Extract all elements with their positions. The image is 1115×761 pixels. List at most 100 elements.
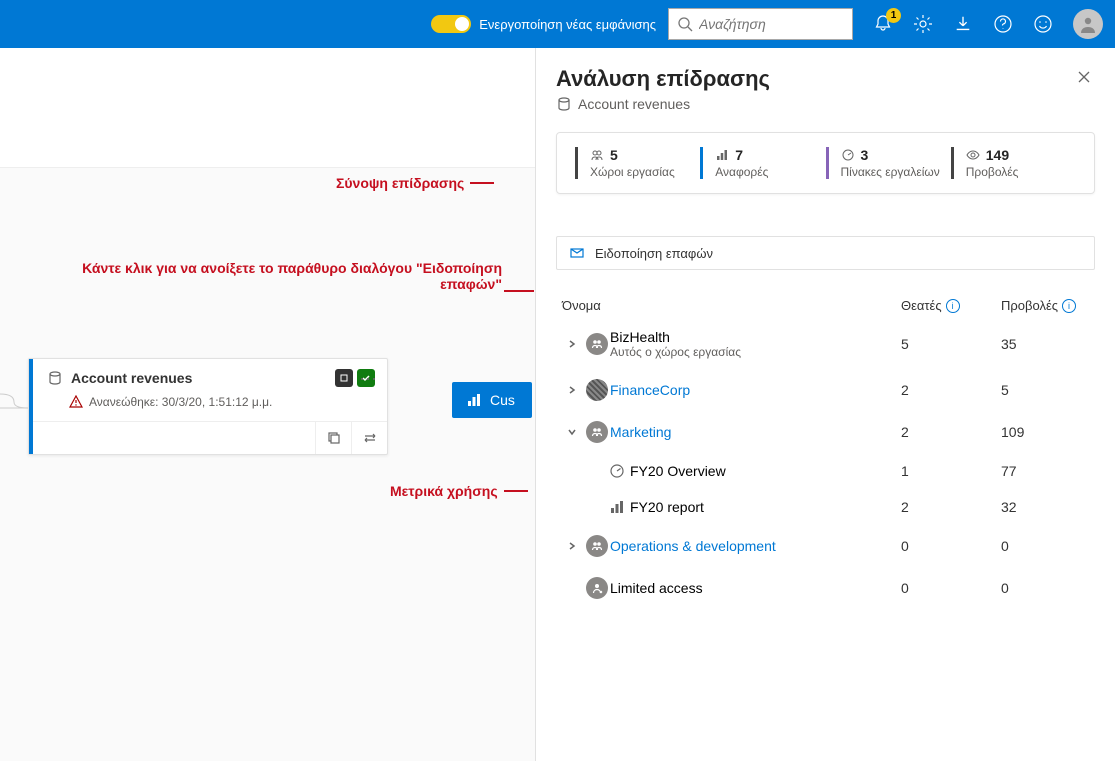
- summary-workspaces: 5 Χώροι εργασίας: [575, 147, 700, 179]
- impact-summary: 5 Χώροι εργασίας 7 Αναφορές 3 Πίνακες ερ…: [556, 132, 1095, 194]
- mail-icon: [569, 245, 585, 261]
- notification-badge: 1: [886, 8, 901, 23]
- close-button[interactable]: [1073, 66, 1095, 91]
- dataset-card-title: Account revenues: [71, 370, 327, 386]
- expand-chevron[interactable]: [560, 384, 584, 396]
- card-footer-swap[interactable]: [351, 422, 387, 454]
- help-button[interactable]: [993, 14, 1013, 34]
- dataset-icon: [556, 96, 572, 112]
- annotation-metrics: Μετρικά χρήσης: [390, 483, 528, 499]
- help-icon: [993, 14, 1013, 34]
- row-icon: [584, 379, 610, 401]
- report-icon: [715, 148, 729, 162]
- row-views: 109: [1001, 424, 1091, 440]
- new-look-toggle[interactable]: [431, 15, 471, 33]
- table-row[interactable]: Operations & development00: [556, 525, 1095, 567]
- app-header: Ενεργοποίηση νέας εμφάνισης 1: [0, 0, 1115, 48]
- expand-chevron[interactable]: [560, 426, 584, 438]
- card-refresh-info: Ανανεώθηκε: 30/3/20, 1:51:12 μ.μ.: [29, 391, 387, 421]
- row-icon: [604, 463, 630, 479]
- row-views: 0: [1001, 580, 1091, 596]
- dashboard-icon: [841, 148, 855, 162]
- close-icon: [1077, 70, 1091, 84]
- workspace-icon: [590, 148, 604, 162]
- row-icon: [584, 421, 610, 443]
- notifications-button[interactable]: 1: [873, 14, 893, 34]
- table-row[interactable]: FY20 Overview177: [556, 453, 1095, 489]
- annotation-summary: Σύνοψη επίδρασης: [336, 175, 494, 191]
- person-icon: [1078, 14, 1098, 34]
- col-views-header: Προβολέςi: [1001, 298, 1091, 313]
- download-icon: [954, 15, 972, 33]
- table-header: Όνομα Θεατέςi Προβολέςi: [556, 292, 1095, 319]
- col-viewers-header: Θεατέςi: [901, 298, 1001, 313]
- download-button[interactable]: [953, 14, 973, 34]
- expand-chevron[interactable]: [560, 338, 584, 350]
- row-viewers: 1: [901, 463, 1001, 479]
- table-row[interactable]: Marketing2109: [556, 411, 1095, 453]
- search-icon: [677, 16, 693, 32]
- usage-table: Όνομα Θεατέςi Προβολέςi BizHealthΑυτός ο…: [556, 292, 1095, 609]
- table-row[interactable]: Limited access00: [556, 567, 1095, 609]
- notify-contacts-button[interactable]: Ειδοποίηση επαφών: [556, 236, 1095, 270]
- smile-icon: [1033, 14, 1053, 34]
- impact-analysis-panel: Ανάλυση επίδρασης Account revenues 5 Χώρ…: [535, 48, 1115, 761]
- header-left: Ενεργοποίηση νέας εμφάνισης: [12, 8, 865, 40]
- header-right: 1: [865, 9, 1103, 39]
- row-viewers: 0: [901, 580, 1001, 596]
- search-box[interactable]: [668, 8, 853, 40]
- card-more-button[interactable]: ···: [359, 369, 377, 387]
- row-views: 0: [1001, 538, 1091, 554]
- expand-chevron[interactable]: [560, 540, 584, 552]
- table-row[interactable]: FinanceCorp25: [556, 369, 1095, 411]
- connector-line: [0, 390, 28, 410]
- new-look-toggle-wrap: Ενεργοποίηση νέας εμφάνισης: [431, 15, 656, 33]
- main-area: Account revenues ··· Ανανεώθηκε: 30/3/20…: [0, 48, 1115, 761]
- row-name: FY20 report: [630, 499, 901, 515]
- lineage-canvas: Account revenues ··· Ανανεώθηκε: 30/3/20…: [0, 48, 535, 761]
- row-name: FY20 Overview: [630, 463, 901, 479]
- card-badge-1: [335, 369, 353, 387]
- table-row[interactable]: BizHealthΑυτός ο χώρος εργασίας535: [556, 319, 1095, 369]
- row-icon: [584, 333, 610, 355]
- summary-dashboards: 3 Πίνακες εργαλείων: [826, 147, 951, 179]
- info-icon[interactable]: i: [1062, 299, 1076, 313]
- row-views: 5: [1001, 382, 1091, 398]
- dataset-card[interactable]: Account revenues ··· Ανανεώθηκε: 30/3/20…: [28, 358, 388, 455]
- report-preview-card[interactable]: Cus: [452, 382, 532, 418]
- summary-reports: 7 Αναφορές: [700, 147, 825, 179]
- settings-button[interactable]: [913, 14, 933, 34]
- row-icon: [584, 577, 610, 599]
- card-footer-copy[interactable]: [315, 422, 351, 454]
- table-row[interactable]: FY20 report232: [556, 489, 1095, 525]
- info-icon[interactable]: i: [946, 299, 960, 313]
- summary-views: 149 Προβολές: [951, 147, 1076, 179]
- row-views: 35: [1001, 336, 1091, 352]
- user-avatar[interactable]: [1073, 9, 1103, 39]
- row-name: Limited access: [610, 580, 901, 596]
- row-viewers: 0: [901, 538, 1001, 554]
- annotation-notify: Κάντε κλικ για να ανοίξετε το παράθυρο δ…: [82, 260, 502, 292]
- row-name[interactable]: Operations & development: [610, 538, 901, 554]
- bar-chart-icon: [466, 392, 482, 408]
- row-views: 77: [1001, 463, 1091, 479]
- row-icon: [584, 535, 610, 557]
- dataset-icon: [47, 370, 63, 386]
- row-viewers: 2: [901, 424, 1001, 440]
- search-input[interactable]: [699, 16, 844, 32]
- row-icon: [604, 499, 630, 515]
- row-viewers: 5: [901, 336, 1001, 352]
- feedback-button[interactable]: [1033, 14, 1053, 34]
- row-name: BizHealth: [610, 329, 901, 345]
- col-name-header: Όνομα: [560, 298, 901, 313]
- eye-icon: [966, 148, 980, 162]
- row-views: 32: [1001, 499, 1091, 515]
- warning-icon: [69, 395, 83, 409]
- row-name[interactable]: FinanceCorp: [610, 382, 901, 398]
- panel-subtitle: Account revenues: [556, 96, 770, 112]
- row-name[interactable]: Marketing: [610, 424, 901, 440]
- row-viewers: 2: [901, 499, 1001, 515]
- panel-title: Ανάλυση επίδρασης: [556, 66, 770, 92]
- gear-icon: [913, 14, 933, 34]
- row-viewers: 2: [901, 382, 1001, 398]
